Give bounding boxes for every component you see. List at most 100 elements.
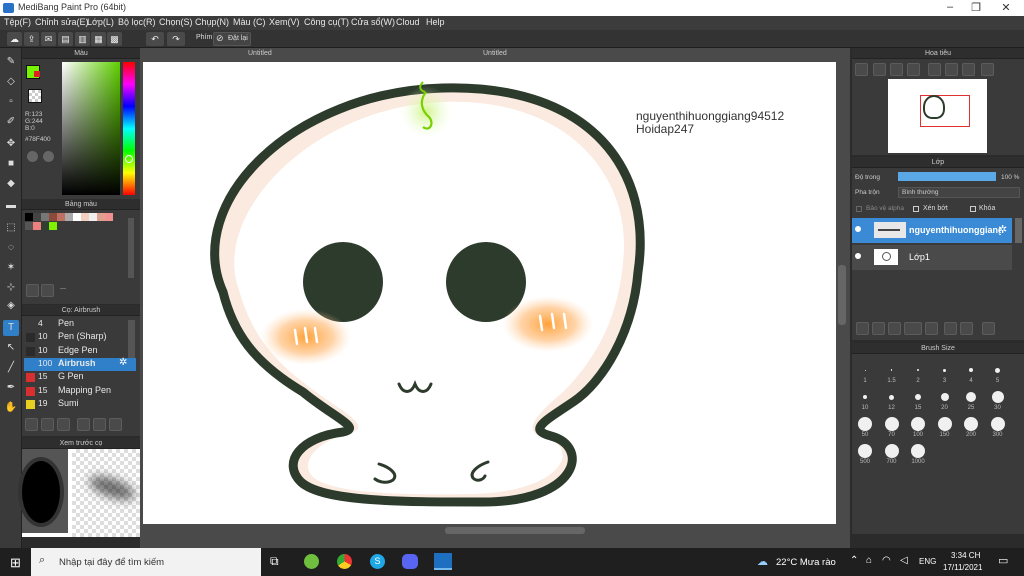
medibang-taskbar-icon[interactable] [434,553,452,570]
maximize-icon[interactable]: ❐ [962,1,990,14]
close-icon[interactable]: ✕ [992,1,1020,14]
page-icon[interactable]: ▥ [75,32,90,46]
brush-size-option[interactable] [889,394,894,400]
weather-text[interactable]: 22°C Mưa rào [776,557,836,568]
brush-tool-icon[interactable]: ✎ [3,54,19,70]
grid-icon[interactable]: ▦ [91,32,106,46]
new-text-layer-icon[interactable] [888,322,901,335]
brush-size-option[interactable] [858,417,872,431]
divide-tool-icon[interactable]: ╱ [3,360,19,376]
merge-layer-icon[interactable] [960,322,973,335]
lasso-tool-icon[interactable]: ◌ [3,240,19,256]
gear-icon[interactable]: ✲ [119,357,127,368]
clock-time[interactable]: 3:34 CH [951,551,980,560]
brush-item[interactable]: 100 Airbrush ✲ [24,357,136,371]
rectangle-tool-icon[interactable]: ■ [3,156,19,172]
comment-icon[interactable]: ✉ [41,32,56,46]
taskbar-search[interactable]: ⌕ Nhập tại đây để tìm kiếm [31,548,261,576]
brush-settings-icon[interactable] [57,418,70,431]
actual-size-icon[interactable] [907,63,920,76]
brush-item[interactable]: 10 Edge Pen [24,345,136,358]
menu-edit[interactable]: Chỉnh sửa(E) [35,17,89,27]
brush-size-option[interactable] [964,417,978,431]
brush-item[interactable]: 15 G Pen [24,371,136,384]
eyedropper-icon[interactable]: ✒ [3,380,19,396]
brush-size-option[interactable] [915,394,921,400]
select-pen-icon[interactable]: ✐ [3,114,19,130]
rotate-right-icon[interactable] [962,63,975,76]
brush-size-option[interactable] [940,393,949,401]
layer-folder-icon[interactable] [925,322,938,335]
clock-date[interactable]: 17/11/2021 [943,563,982,572]
layer-scrollbar[interactable] [1015,218,1022,243]
select-tool-icon[interactable]: ⬚ [3,220,19,236]
hand-tool-icon[interactable]: ✋ [3,400,19,416]
menu-color[interactable]: Màu (C) [233,17,266,27]
menu-tools[interactable]: Công cụ(T) [304,17,349,27]
brush-size-option[interactable] [858,444,872,458]
brush-size-option[interactable] [937,417,952,431]
doc-tab-1[interactable]: Untitled [248,50,272,57]
blend-mode-select[interactable]: Bình thường [898,187,1020,198]
task-view-icon[interactable]: ⧉ [270,554,279,569]
language-indicator[interactable]: ENG [919,557,936,566]
opacity-slider[interactable] [898,172,996,181]
drawing-canvas[interactable]: nguyenthihuonggiang94512 Hoidap247 [143,62,836,524]
brush-item[interactable]: 4 Pen [24,318,136,331]
canvas-horizontal-scrollbar[interactable] [445,527,585,534]
menu-view[interactable]: Xem(V) [269,17,300,27]
palette-delete-icon[interactable] [41,284,54,297]
zoom-out-icon[interactable] [873,63,886,76]
navigator-thumbnail[interactable] [888,79,987,153]
cloud-icon[interactable]: ☁ [7,32,22,46]
palette-scrollbar[interactable] [128,218,134,278]
share-icon[interactable]: ⇪ [24,32,39,46]
layer-row-1[interactable]: nguyenthihuonggiang ✲ [852,218,1012,243]
brush-size-option[interactable] [991,391,1004,403]
undo-icon[interactable]: ↶ [146,32,164,46]
move-tool-icon[interactable]: ✥ [3,136,19,152]
app-icon-1[interactable] [304,554,319,569]
transparent-color-swatch[interactable] [28,89,42,103]
color-wheel-icon[interactable] [27,151,38,162]
brush-item[interactable]: 10 Pen (Sharp) [24,331,136,344]
color-picker-icon[interactable] [43,151,54,162]
rotate-reset-icon[interactable] [945,63,958,76]
visibility-icon[interactable] [855,253,861,259]
canvas-vertical-scrollbar[interactable] [838,265,846,325]
layer-add-menu-icon[interactable] [904,322,922,335]
delete-layer-icon[interactable] [982,322,995,335]
redo-icon[interactable]: ↷ [167,32,185,46]
table-icon[interactable]: ▩ [107,32,122,46]
notification-icon[interactable]: ▭ [998,554,1008,567]
menu-capture[interactable]: Chụp(N) [195,17,229,27]
operation-tool-icon[interactable]: ↖ [3,340,19,356]
document-icon[interactable]: ▤ [58,32,73,46]
volume-icon[interactable]: ◁ [900,555,908,566]
brush-copy-icon[interactable] [41,418,54,431]
menu-window[interactable]: Cửa sổ(W) [351,17,395,27]
saturation-value-box[interactable] [62,62,120,195]
duplicate-layer-icon[interactable] [944,322,957,335]
menu-layer[interactable]: Lớp(L) [87,17,114,27]
brush-size-option[interactable] [911,444,925,458]
menu-filter[interactable]: Bộ lọc(R) [118,17,156,27]
palette-swatches[interactable] [25,213,129,231]
brush-item[interactable]: 19 Sumi [24,398,136,411]
brush-size-option[interactable] [943,368,946,372]
clipping-checkbox[interactable] [913,206,919,212]
doc-tab-2[interactable]: Untitled [483,50,507,57]
brush-size-option[interactable] [863,395,867,399]
brush-size-option[interactable] [890,369,893,371]
hue-slider[interactable] [123,62,135,195]
chevron-up-icon[interactable]: ⌃ [850,555,858,566]
brush-item[interactable]: 15 Mapping Pen [24,385,136,398]
minimize-icon[interactable]: – [936,1,964,13]
brush-export-icon[interactable] [77,418,90,431]
flip-icon[interactable] [981,63,994,76]
brush-size-option[interactable] [884,444,899,458]
brush-folder-icon[interactable] [93,418,106,431]
zoom-in-icon[interactable] [855,63,868,76]
brush-duplicate-icon[interactable] [109,418,122,431]
rotate-left-icon[interactable] [928,63,941,76]
